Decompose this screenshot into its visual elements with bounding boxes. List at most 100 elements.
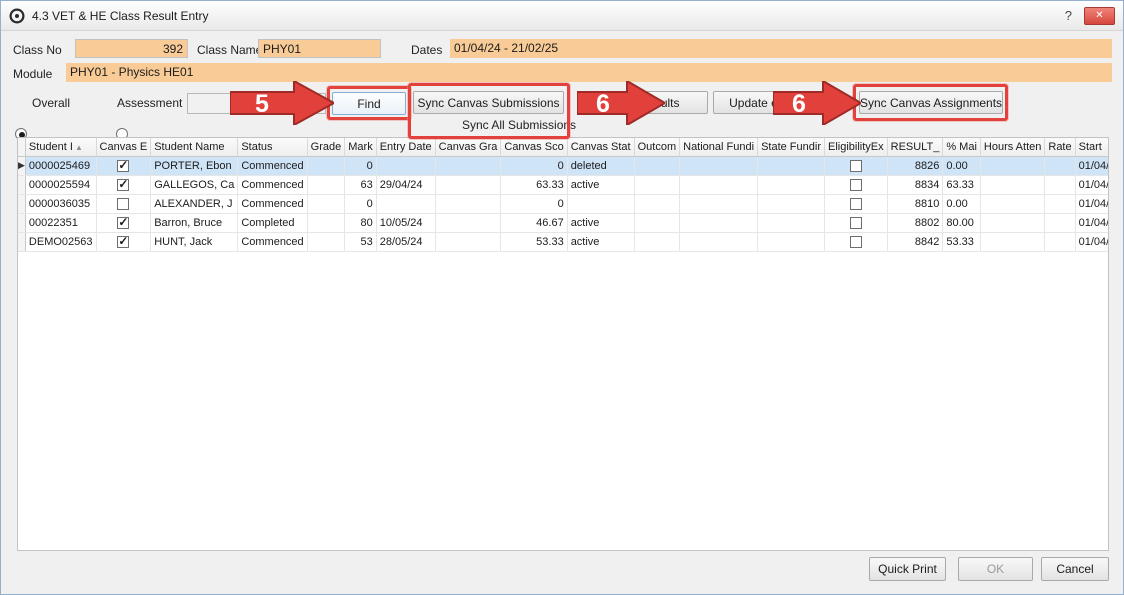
cell-entry_date[interactable] bbox=[376, 156, 435, 175]
cell-canvas_score[interactable]: 53.33 bbox=[501, 232, 567, 251]
cell-start[interactable]: 01/04/24 bbox=[1075, 194, 1109, 213]
cell-mark[interactable]: 0 bbox=[345, 194, 376, 213]
cell-canvas_grade[interactable] bbox=[435, 175, 501, 194]
close-button[interactable]: ✕ bbox=[1084, 7, 1115, 25]
cell-student_id[interactable]: DEMO02563 bbox=[25, 232, 96, 251]
cell-canvas_e[interactable] bbox=[96, 213, 151, 232]
cell-state_funding[interactable] bbox=[758, 194, 825, 213]
cell-canvas_score[interactable]: 46.67 bbox=[501, 213, 567, 232]
results-button[interactable]: Results bbox=[611, 91, 708, 114]
cell-rate[interactable] bbox=[1045, 175, 1075, 194]
eligibility-checkbox[interactable] bbox=[850, 160, 862, 172]
cell-outcome[interactable] bbox=[634, 232, 680, 251]
cell-eligibility[interactable] bbox=[824, 194, 887, 213]
cell-start[interactable]: 01/04/24 bbox=[1075, 175, 1109, 194]
cell-state_funding[interactable] bbox=[758, 232, 825, 251]
cell-canvas_grade[interactable] bbox=[435, 232, 501, 251]
cell-canvas_e[interactable] bbox=[96, 194, 151, 213]
cell-mark[interactable]: 0 bbox=[345, 156, 376, 175]
column-header-state_funding[interactable]: State Fundir bbox=[758, 138, 825, 156]
cell-grade[interactable] bbox=[307, 194, 345, 213]
overall-radio-label[interactable]: Overall bbox=[32, 96, 70, 110]
row-marker-cell[interactable] bbox=[18, 175, 25, 194]
cell-eligibility[interactable] bbox=[824, 175, 887, 194]
table-row[interactable]: 0000036035ALEXANDER, JCommenced0088100.0… bbox=[18, 194, 1109, 213]
cell-state_funding[interactable] bbox=[758, 213, 825, 232]
cell-canvas_e[interactable] bbox=[96, 232, 151, 251]
cell-outcome[interactable] bbox=[634, 213, 680, 232]
cell-student_id[interactable]: 00022351 bbox=[25, 213, 96, 232]
cell-state_funding[interactable] bbox=[758, 156, 825, 175]
row-marker-cell[interactable] bbox=[18, 194, 25, 213]
cell-student_name[interactable]: PORTER, Ebon bbox=[151, 156, 238, 175]
eligibility-checkbox[interactable] bbox=[850, 217, 862, 229]
cell-entry_date[interactable]: 28/05/24 bbox=[376, 232, 435, 251]
cell-canvas_status[interactable]: active bbox=[567, 175, 634, 194]
cell-grade[interactable] bbox=[307, 156, 345, 175]
cell-canvas_e[interactable] bbox=[96, 175, 151, 194]
cell-eligibility[interactable] bbox=[824, 213, 887, 232]
cell-pct_mark[interactable]: 63.33 bbox=[943, 175, 981, 194]
cell-start[interactable]: 01/04/24 bbox=[1075, 156, 1109, 175]
table-row[interactable]: 00022351Barron, BruceCompleted8010/05/24… bbox=[18, 213, 1109, 232]
cell-eligibility[interactable] bbox=[824, 156, 887, 175]
eligibility-checkbox[interactable] bbox=[850, 198, 862, 210]
results-grid[interactable]: Student I▲Canvas EStudent NameStatusGrad… bbox=[17, 137, 1109, 551]
eligibility-checkbox[interactable] bbox=[850, 236, 862, 248]
cell-mark[interactable]: 63 bbox=[345, 175, 376, 194]
cell-canvas_e[interactable] bbox=[96, 156, 151, 175]
cell-canvas_status[interactable]: active bbox=[567, 232, 634, 251]
cell-pct_mark[interactable]: 0.00 bbox=[943, 156, 981, 175]
cell-student_name[interactable]: GALLEGOS, Ca bbox=[151, 175, 238, 194]
column-header-rate[interactable]: Rate bbox=[1045, 138, 1075, 156]
cell-result[interactable]: 8810 bbox=[887, 194, 943, 213]
canvas_e-checkbox[interactable] bbox=[117, 160, 129, 172]
cell-start[interactable]: 01/04/24 bbox=[1075, 232, 1109, 251]
cell-hours[interactable] bbox=[980, 175, 1044, 194]
cell-canvas_score[interactable]: 0 bbox=[501, 156, 567, 175]
column-header-canvas_grade[interactable]: Canvas Gra bbox=[435, 138, 501, 156]
cell-student_id[interactable]: 0000025469 bbox=[25, 156, 96, 175]
help-button[interactable]: ? bbox=[1065, 8, 1072, 23]
cell-outcome[interactable] bbox=[634, 194, 680, 213]
results-grid-table[interactable]: Student I▲Canvas EStudent NameStatusGrad… bbox=[18, 138, 1109, 252]
cell-status[interactable]: Completed bbox=[238, 213, 307, 232]
column-header-status[interactable]: Status bbox=[238, 138, 307, 156]
cell-canvas_score[interactable]: 0 bbox=[501, 194, 567, 213]
cell-hours[interactable] bbox=[980, 232, 1044, 251]
cell-rate[interactable] bbox=[1045, 156, 1075, 175]
row-marker-cell[interactable]: ▶ bbox=[18, 156, 25, 175]
cell-mark[interactable]: 53 bbox=[345, 232, 376, 251]
cell-pct_mark[interactable]: 53.33 bbox=[943, 232, 981, 251]
column-header-canvas_score[interactable]: Canvas Sco bbox=[501, 138, 567, 156]
sync-canvas-assignments-button[interactable]: Sync Canvas Assignments bbox=[859, 91, 1003, 114]
cell-student_name[interactable]: Barron, Bruce bbox=[151, 213, 238, 232]
cancel-button[interactable]: Cancel bbox=[1041, 557, 1109, 581]
column-header-canvas_status[interactable]: Canvas Stat bbox=[567, 138, 634, 156]
cell-student_name[interactable]: HUNT, Jack bbox=[151, 232, 238, 251]
cell-canvas_status[interactable] bbox=[567, 194, 634, 213]
row-marker-cell[interactable] bbox=[18, 232, 25, 251]
column-header-canvas_e[interactable]: Canvas E bbox=[96, 138, 151, 156]
column-header-outcome[interactable]: Outcom bbox=[634, 138, 680, 156]
cell-eligibility[interactable] bbox=[824, 232, 887, 251]
canvas_e-checkbox[interactable] bbox=[117, 179, 129, 191]
column-header-grade[interactable]: Grade bbox=[307, 138, 345, 156]
cell-canvas_grade[interactable] bbox=[435, 213, 501, 232]
cell-rate[interactable] bbox=[1045, 213, 1075, 232]
column-header-eligibility[interactable]: EligibilityEx bbox=[824, 138, 887, 156]
update-eb-button[interactable]: Update eB bbox=[713, 91, 802, 114]
cell-national_funding[interactable] bbox=[680, 213, 758, 232]
cell-canvas_grade[interactable] bbox=[435, 156, 501, 175]
cell-status[interactable]: Commenced bbox=[238, 156, 307, 175]
cell-outcome[interactable] bbox=[634, 156, 680, 175]
sync-all-submissions-label[interactable]: Sync All Submissions bbox=[462, 118, 576, 132]
cell-hours[interactable] bbox=[980, 194, 1044, 213]
cell-result[interactable]: 8842 bbox=[887, 232, 943, 251]
table-row[interactable]: DEMO02563HUNT, JackCommenced5328/05/2453… bbox=[18, 232, 1109, 251]
cell-status[interactable]: Commenced bbox=[238, 194, 307, 213]
cell-student_id[interactable]: 0000036035 bbox=[25, 194, 96, 213]
sync-canvas-submissions-button[interactable]: Sync Canvas Submissions bbox=[413, 91, 564, 114]
eligibility-checkbox[interactable] bbox=[850, 179, 862, 191]
cell-result[interactable]: 8834 bbox=[887, 175, 943, 194]
